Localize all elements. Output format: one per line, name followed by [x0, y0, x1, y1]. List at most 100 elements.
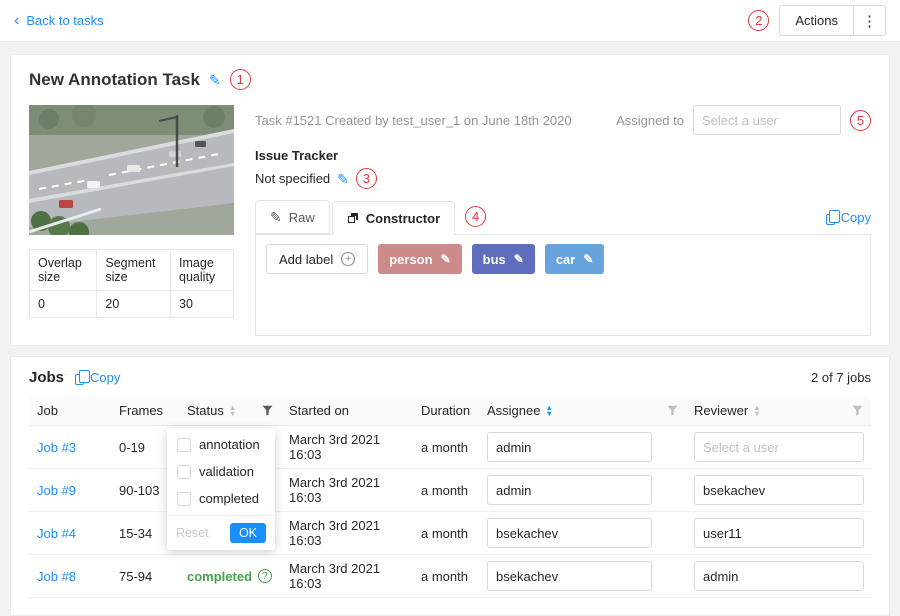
edit-issue-tracker-icon[interactable]: ✎	[337, 172, 349, 186]
job-link[interactable]: Job #9	[37, 483, 76, 498]
filter-ok-button[interactable]: OK	[230, 523, 266, 543]
job-duration: a month	[413, 512, 479, 555]
status-text: completed	[187, 569, 252, 584]
task-meta: Task #1521 Created by test_user_1 on Jun…	[255, 113, 572, 128]
task-meta-row: Task #1521 Created by test_user_1 on Jun…	[255, 105, 871, 135]
job-started: March 3rd 2021 16:03	[281, 512, 413, 555]
label-chip-car[interactable]: car ✎	[545, 244, 605, 274]
jobs-card: Jobs Copy 2 of 7 jobs Job Frames Status …	[10, 356, 890, 616]
filter-option-validation[interactable]: validation	[167, 458, 275, 485]
job-link[interactable]: Job #4	[37, 526, 76, 541]
filter-option-completed[interactable]: completed	[167, 485, 275, 512]
task-title: New Annotation Task	[29, 70, 200, 90]
chevron-left-icon: ‹	[14, 13, 19, 29]
tab-raw[interactable]: ✎ Raw	[255, 200, 330, 234]
cvat-task-page: { "icons": { "back": "‹", "edit": "✎", "…	[0, 0, 900, 590]
sort-carets-icon[interactable]: ▲▼	[753, 405, 760, 416]
filter-funnel-icon-assignee[interactable]	[667, 405, 678, 416]
job-link[interactable]: Job #8	[37, 569, 76, 584]
job-duration: a month	[413, 426, 479, 469]
label-chip-bus-name: bus	[483, 252, 506, 267]
copy-icon	[75, 374, 84, 385]
back-to-tasks-label: Back to tasks	[26, 13, 103, 28]
copy-labels-label: Copy	[841, 210, 871, 225]
help-circle-icon[interactable]: ?	[258, 569, 272, 583]
add-label-text: Add label	[279, 252, 333, 267]
filter-option-label: annotation	[199, 437, 260, 452]
reviewer-input[interactable]	[694, 518, 864, 548]
job-row-3: Job #3 0-19 March 3rd 2021 16:03 a month	[29, 426, 871, 469]
column-header-reviewer[interactable]: Reviewer ▲▼	[686, 396, 871, 426]
issue-tracker-title: Issue Tracker	[255, 148, 871, 163]
add-label-button[interactable]: Add label +	[266, 244, 368, 274]
assignee-header-label: Assignee	[487, 403, 540, 418]
copy-icon	[826, 214, 835, 225]
annotation-mark-5: 5	[850, 110, 871, 131]
tab-constructor[interactable]: Constructor	[332, 201, 455, 235]
task-preview-image	[29, 105, 234, 235]
assignee-input[interactable]	[487, 432, 652, 462]
sort-carets-icon[interactable]: ▲▼	[229, 405, 236, 416]
edit-label-icon[interactable]: ✎	[583, 253, 593, 265]
task-preview-column: Overlap size Segment size Image quality …	[29, 105, 234, 318]
status-header-label: Status	[187, 403, 224, 418]
edit-title-icon[interactable]: ✎	[209, 73, 221, 87]
reviewer-input[interactable]	[694, 561, 864, 591]
label-chip-person[interactable]: person ✎	[378, 244, 461, 274]
column-header-frames: Frames	[111, 396, 179, 426]
pencil-icon: ✎	[270, 210, 282, 224]
task-title-row: New Annotation Task ✎ 1	[29, 69, 871, 90]
task-params-table: Overlap size Segment size Image quality …	[29, 249, 234, 318]
labels-tabs-row: ✎ Raw Constructor 4 Copy	[255, 200, 871, 234]
plus-circle-icon: +	[341, 252, 355, 266]
edit-label-icon[interactable]: ✎	[441, 253, 451, 265]
assignee-input[interactable]	[487, 518, 652, 548]
block-icon	[347, 212, 359, 224]
checkbox-icon[interactable]	[177, 438, 191, 452]
issue-tracker-value-row: Not specified ✎ 3	[255, 168, 871, 189]
param-value-segment: 20	[97, 291, 171, 318]
job-duration: a month	[413, 469, 479, 512]
checkbox-icon[interactable]	[177, 465, 191, 479]
reviewer-input[interactable]	[694, 432, 864, 462]
jobs-table: Job Frames Status ▲▼ Started on Duration…	[29, 396, 871, 598]
actions-button[interactable]: Actions	[780, 6, 854, 35]
annotation-mark-4: 4	[465, 206, 486, 227]
job-started: March 3rd 2021 16:03	[281, 426, 413, 469]
copy-labels-link[interactable]: Copy	[826, 210, 871, 225]
job-link[interactable]: Job #3	[37, 440, 76, 455]
label-chip-bus[interactable]: bus ✎	[472, 244, 535, 274]
task-details-card: New Annotation Task ✎ 1	[10, 54, 890, 346]
jobs-header: Jobs Copy 2 of 7 jobs	[29, 369, 871, 386]
checkbox-icon[interactable]	[177, 492, 191, 506]
filter-option-annotation[interactable]: annotation	[167, 431, 275, 458]
filter-funnel-icon-reviewer[interactable]	[852, 405, 863, 416]
filter-funnel-icon-status[interactable]	[262, 405, 273, 416]
sort-carets-icon-active[interactable]: ▲▼	[545, 405, 552, 416]
job-status-completed: completed ?	[187, 569, 272, 584]
label-chip-person-name: person	[389, 252, 432, 267]
tab-constructor-label: Constructor	[366, 211, 440, 226]
filter-option-label: validation	[199, 464, 254, 479]
annotation-mark-3: 3	[356, 168, 377, 189]
copy-jobs-link[interactable]: Copy	[75, 370, 120, 385]
copy-jobs-label: Copy	[90, 370, 120, 385]
status-filter-dropdown: annotation validation completed Reset OK	[167, 428, 275, 550]
assignee-input[interactable]	[487, 561, 652, 591]
reviewer-header-label: Reviewer	[694, 403, 748, 418]
actions-menu-button[interactable]: ⋮	[854, 6, 885, 35]
topbar-right: 2 Actions ⋮	[748, 5, 886, 36]
edit-label-icon[interactable]: ✎	[514, 253, 524, 265]
column-header-status[interactable]: Status ▲▼	[179, 396, 281, 426]
filter-footer: Reset OK	[167, 515, 275, 550]
more-vert-icon: ⋮	[862, 12, 877, 30]
reviewer-input[interactable]	[694, 475, 864, 505]
back-to-tasks-link[interactable]: ‹ Back to tasks	[14, 13, 104, 29]
param-header-quality: Image quality	[171, 250, 234, 291]
assignee-input[interactable]	[487, 475, 652, 505]
column-header-assignee[interactable]: Assignee ▲▼	[479, 396, 686, 426]
param-header-segment: Segment size	[97, 250, 171, 291]
assigned-to-input[interactable]	[693, 105, 841, 135]
filter-reset-button[interactable]: Reset	[176, 526, 209, 540]
assigned-to-label: Assigned to	[616, 113, 684, 128]
